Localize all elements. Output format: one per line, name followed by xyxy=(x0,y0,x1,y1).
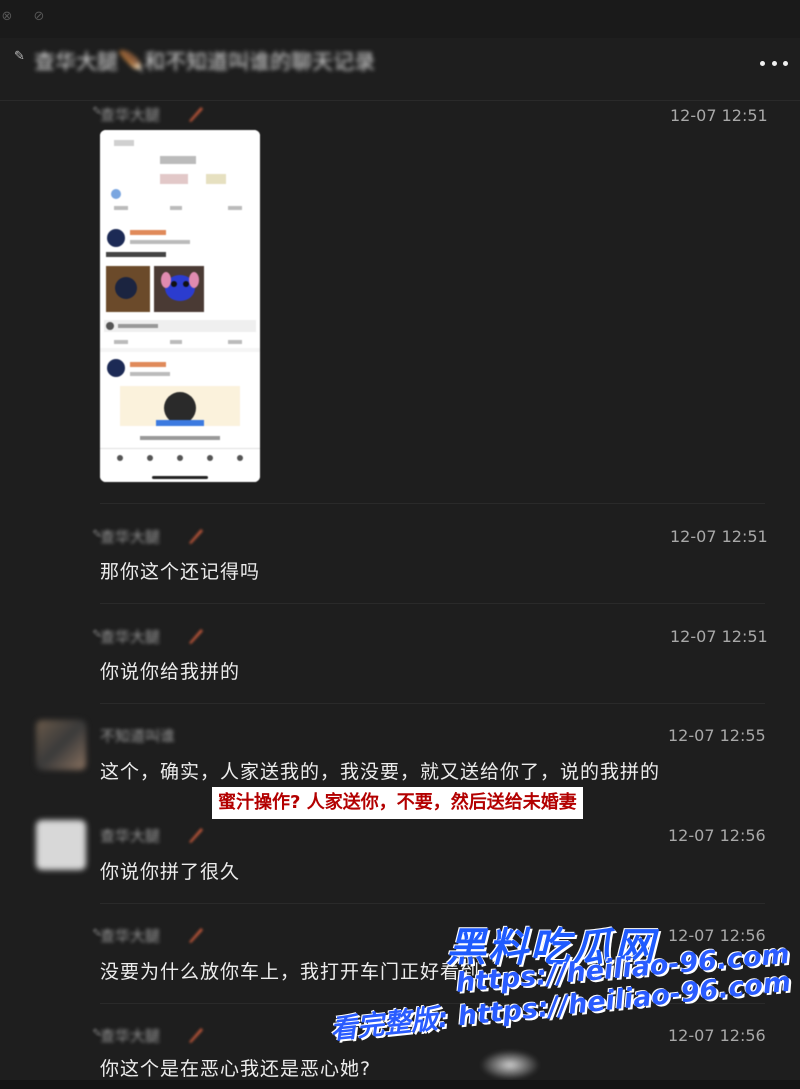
message-sender: 查华大腿 xyxy=(100,827,161,845)
bottom-edge xyxy=(0,1080,800,1089)
message-time: 12-07 12:51 xyxy=(670,527,768,546)
message-text: 你说你给我拼的 xyxy=(100,661,241,683)
message-time: 12-07 12:56 xyxy=(668,826,766,845)
message-sender: 查华大腿 xyxy=(100,927,161,945)
feather-icon xyxy=(189,1028,203,1043)
message-divider xyxy=(100,503,765,504)
feather-icon xyxy=(189,828,203,843)
message-sender: 查华大腿 xyxy=(100,628,161,646)
feather-icon xyxy=(189,928,203,943)
message-time: 12-07 12:56 xyxy=(668,1026,766,1045)
social-app-screenshot xyxy=(100,130,260,482)
message-text: 那你这个还记得吗 xyxy=(100,561,261,583)
message-text: 你说你拼了很久 xyxy=(100,861,241,883)
chat-title: 查华大腿🪶和不知道叫谁的聊天记录 xyxy=(34,50,376,74)
message-time: 12-07 12:51 xyxy=(670,106,768,125)
pencil-icon: ✎ xyxy=(14,49,25,64)
header-divider xyxy=(0,100,800,101)
message-divider xyxy=(100,603,765,604)
feather-icon xyxy=(189,107,203,122)
back-icon[interactable]: ⊘ xyxy=(32,10,46,24)
message-time: 12-07 12:51 xyxy=(670,627,768,646)
image-artifact xyxy=(480,1050,540,1080)
message-sender: 查华大腿 xyxy=(100,106,161,124)
message-divider xyxy=(100,903,765,904)
message-text: 没要为什么放你车上，我打开车门正好看到 xyxy=(100,961,481,983)
message-divider xyxy=(100,703,765,704)
more-options-icon[interactable] xyxy=(760,52,788,74)
message-text: 你这个是在恶心我还是恶心她? xyxy=(100,1058,372,1080)
avatar[interactable] xyxy=(36,820,86,870)
message-time: 12-07 12:55 xyxy=(668,726,766,745)
feather-icon xyxy=(189,529,203,544)
window-top-strip xyxy=(0,0,800,38)
message-image-screenshot[interactable] xyxy=(100,130,260,482)
caption-annotation: 蜜汁操作? 人家送你，不要，然后送给未婚妻 xyxy=(212,787,583,819)
message-text: 这个，确实，人家送我的，我没要，就又送给你了，说的我拼的 xyxy=(100,761,661,783)
message-sender: 查华大腿 xyxy=(100,528,161,546)
message-sender: 不知道叫谁 xyxy=(100,727,176,745)
message-sender: 查华大腿 xyxy=(100,1027,161,1045)
avatar[interactable] xyxy=(36,720,86,770)
feather-icon xyxy=(189,629,203,644)
close-window-icon[interactable]: ⊗ xyxy=(0,10,14,24)
